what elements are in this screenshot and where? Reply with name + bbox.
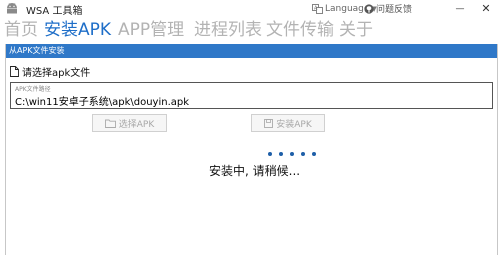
panel-header: 从APK文件安装 bbox=[6, 44, 497, 58]
apk-path-field[interactable]: APK文件路径 bbox=[10, 82, 493, 109]
tab-process-list[interactable]: 进程列表 bbox=[194, 17, 262, 43]
install-panel: 从APK文件安装 请选择apk文件 APK文件路径 选择APK 安装APK 安装… bbox=[5, 44, 498, 255]
tab-home[interactable]: 首页 bbox=[4, 17, 38, 43]
close-button[interactable]: ✕ bbox=[474, 0, 498, 17]
apk-path-label: APK文件路径 bbox=[15, 86, 51, 93]
apk-path-input[interactable] bbox=[15, 94, 485, 107]
spinner-dot bbox=[312, 152, 316, 156]
spinner-dot bbox=[301, 152, 305, 156]
feedback-button[interactable]: 问题反馈 bbox=[364, 2, 412, 15]
folder-icon bbox=[104, 119, 116, 128]
spinner-dot bbox=[279, 152, 283, 156]
install-apk-label: 安装APK bbox=[276, 119, 312, 130]
translate-icon: A bbox=[312, 3, 323, 14]
select-apk-button[interactable]: 选择APK bbox=[92, 114, 167, 132]
tab-app-manager[interactable]: APP管理 bbox=[118, 17, 184, 43]
select-file-text: 请选择apk文件 bbox=[22, 68, 91, 79]
document-icon bbox=[10, 66, 19, 77]
android-icon bbox=[7, 3, 17, 14]
install-status-text: 安装中, 请稍候... bbox=[209, 164, 301, 178]
feedback-label: 问题反馈 bbox=[376, 5, 413, 15]
loading-spinner bbox=[268, 152, 316, 156]
tab-file-transfer[interactable]: 文件传输 bbox=[266, 17, 334, 43]
minimize-icon: — bbox=[455, 3, 465, 14]
window-title: WSA 工具箱 bbox=[26, 6, 83, 17]
tab-about[interactable]: 关于 bbox=[339, 17, 373, 43]
select-apk-label: 选择APK bbox=[118, 119, 155, 130]
svg-text:A: A bbox=[314, 5, 318, 11]
spinner-dot bbox=[290, 152, 294, 156]
minimize-button[interactable]: — bbox=[448, 0, 472, 17]
spinner-dot bbox=[268, 152, 272, 156]
language-label: Language bbox=[325, 3, 370, 14]
install-apk-button[interactable]: 安装APK bbox=[251, 114, 325, 132]
github-icon bbox=[364, 3, 374, 14]
title-bar: WSA 工具箱 A Language ▼ 问题反馈 — ✕ bbox=[0, 0, 498, 17]
close-icon: ✕ bbox=[481, 2, 491, 15]
tab-install-apk[interactable]: 安装APK bbox=[44, 17, 111, 43]
select-file-label: 请选择apk文件 bbox=[10, 64, 90, 79]
save-icon bbox=[264, 118, 274, 128]
main-navigation: 首页 安装APK APP管理 进程列表 文件传输 关于 bbox=[0, 17, 498, 43]
